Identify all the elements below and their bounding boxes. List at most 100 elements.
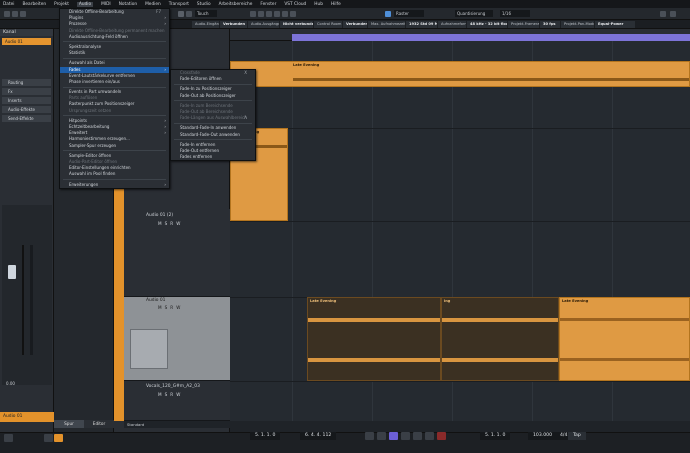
menu-hilfe[interactable]: Hilfe [331,2,341,7]
menu-vst-cloud[interactable]: VST Cloud [284,2,306,7]
menu-arbeitsbereiche[interactable]: Arbeitsbereiche [219,2,253,7]
go-to-start-icon[interactable] [365,432,374,440]
snap-on-icon[interactable] [385,11,391,17]
left-locator[interactable]: 5. 1. 1. 0 [250,432,281,440]
menu-item-fades-entfernen[interactable]: Fades entfernen [171,154,255,160]
menu-fenster[interactable]: Fenster [260,2,276,7]
constrain-delay-icon[interactable] [12,11,18,17]
activate-project-icon[interactable] [4,11,10,17]
erase-tool-icon[interactable] [266,11,272,17]
read-button[interactable]: R [170,392,173,397]
menu-transport[interactable]: Transport [169,2,189,7]
draw-tool-icon[interactable] [290,11,296,17]
menu-item-fade-out-ab-positionszeiger[interactable]: Fade-Out ab Positionszeiger [171,93,255,99]
menu-item-standard-fade-out-anwenden[interactable]: Standard-Fade-Out anwenden [171,132,255,138]
automation-mode-select[interactable]: Touch [195,10,217,17]
menu-item-fade-editoren-ffnen[interactable]: Fade-Editoren öffnen [171,76,255,82]
info-cell[interactable]: Audio-Eingänge [192,21,219,28]
solo-button[interactable]: S [165,221,168,226]
write-button[interactable]: W [176,392,180,397]
menu-item-statistik[interactable]: Statistik [60,50,169,56]
track-name[interactable]: Audio 01 (2) [146,213,173,218]
track-header-vocals[interactable]: Vocals_120_G#m_A2_03 M S R W [124,381,230,421]
menu-bearbeiten[interactable]: Bearbeiten [22,2,46,7]
snap-type-select[interactable]: Raster [394,10,424,17]
menu-studio[interactable]: Studio [197,2,211,7]
cycle-range[interactable] [292,34,690,41]
menu-notation[interactable]: Notation [119,2,137,7]
project-icon[interactable] [4,434,13,442]
menu-midi[interactable]: MIDI [101,2,111,7]
record-mode-icon[interactable] [44,434,53,442]
glue-tool-icon[interactable] [258,11,264,17]
info-cell[interactable]: Control Room [314,21,342,28]
inspector-section-fx[interactable]: Fx [2,88,51,95]
menu-hub[interactable]: Hub [314,2,323,7]
split-tool-icon[interactable] [250,11,256,17]
auto-quantize-icon[interactable] [54,434,63,442]
inspector-track-name[interactable]: Audio 01 [2,38,51,45]
tap-button[interactable]: Tap [568,432,586,440]
info-cell[interactable]: Equal-Power [595,21,635,28]
position-display[interactable]: 5. 1. 1. 0 [480,432,511,440]
track-name[interactable]: Vocals_120_G#m_A2_03 [146,384,200,389]
info-cell[interactable]: Projekt-Pan-Modus [561,21,594,28]
menu-datei[interactable]: Datei [3,2,14,7]
mute-button[interactable]: M [158,305,162,310]
volume-fader-handle[interactable] [8,265,16,279]
track-name[interactable]: Audio 01 [146,298,165,303]
tempo-display[interactable]: 103.000 [528,432,557,440]
info-cell[interactable]: 30 fps [540,21,560,28]
menu-audio[interactable]: Audio [76,1,94,7]
info-cell[interactable]: 48 kHz - 32 bit float [467,21,507,28]
audio-event[interactable]: Late Evening [307,297,441,381]
menu-medien[interactable]: Medien [145,2,161,7]
inspector-header[interactable]: Kanal [0,29,53,36]
solo-button[interactable]: S [165,305,168,310]
audio-event[interactable]: Late Evening [230,61,690,87]
mute-button[interactable]: M [158,221,162,226]
menu-item-auswahl-im-pool-finden[interactable]: Auswahl im Pool finden [60,171,169,177]
cycle-icon[interactable] [389,432,398,440]
read-button[interactable]: R [170,221,173,226]
forward-icon[interactable] [401,432,410,440]
menu-item-audioausrichtung-feld-ffnen[interactable]: Audioausrichtung-Feld öffnen [60,34,169,40]
mute-tool-icon[interactable] [282,11,288,17]
settings-icon[interactable] [670,11,676,17]
write-button[interactable]: W [176,221,180,226]
pointer-tool-icon[interactable] [178,11,184,17]
inspector-section-send-effekte[interactable]: Send-Effekte [2,115,51,122]
range-tool-icon[interactable] [186,11,192,17]
rewind-icon[interactable] [377,432,386,440]
audio-event[interactable]: ing [441,297,559,381]
menu-projekt[interactable]: Projekt [54,2,69,7]
info-cell[interactable]: Nicht verbunden [280,21,313,28]
quantize-preset-select[interactable]: Quantisierung [455,10,493,17]
tab-editor[interactable]: Editor [84,420,114,428]
menu-item-phase-invertieren-ein-aus[interactable]: Phase invertieren ein/aus [60,79,169,85]
solo-button[interactable]: S [165,392,168,397]
record-icon[interactable] [437,432,446,440]
tab-track[interactable]: Spur [54,420,84,428]
mute-button[interactable]: M [158,392,162,397]
inspector-section-routing[interactable]: Routing [2,79,51,86]
info-cell[interactable]: 1932 Std 09 Min [406,21,437,28]
info-cell[interactable]: Verbunden [343,21,367,28]
track-header-audio-01-2[interactable]: Audio 01 (2) M S R W [124,209,230,297]
zoom-tool-icon[interactable] [274,11,280,17]
menu-item-sampler-spur-erzeugen[interactable]: Sampler-Spur erzeugen [60,143,169,149]
layout-icon[interactable] [660,11,666,17]
inspector-section-audio-effekte[interactable]: Audio-Effekte [2,106,51,113]
event-display[interactable]: Late Evening Late Evening Late Evening i… [230,41,690,421]
right-locator[interactable]: 6. 4. 4. 112 [300,432,337,440]
info-cell[interactable]: Aufnahmeformat [438,21,466,28]
info-cell[interactable]: Verbunden [220,21,247,28]
play-icon[interactable] [413,432,422,440]
write-button[interactable]: W [176,305,180,310]
quantize-value-select[interactable]: 1/16 [500,10,530,17]
menu-item-erweiterungen[interactable]: Erweiterungen › [60,182,169,188]
info-cell[interactable]: Projekt-Framerate [508,21,539,28]
inspector-section-inserts[interactable]: Inserts [2,97,51,104]
info-cell[interactable]: Audio-Ausgänge [248,21,279,28]
automation-icon[interactable] [20,11,26,17]
